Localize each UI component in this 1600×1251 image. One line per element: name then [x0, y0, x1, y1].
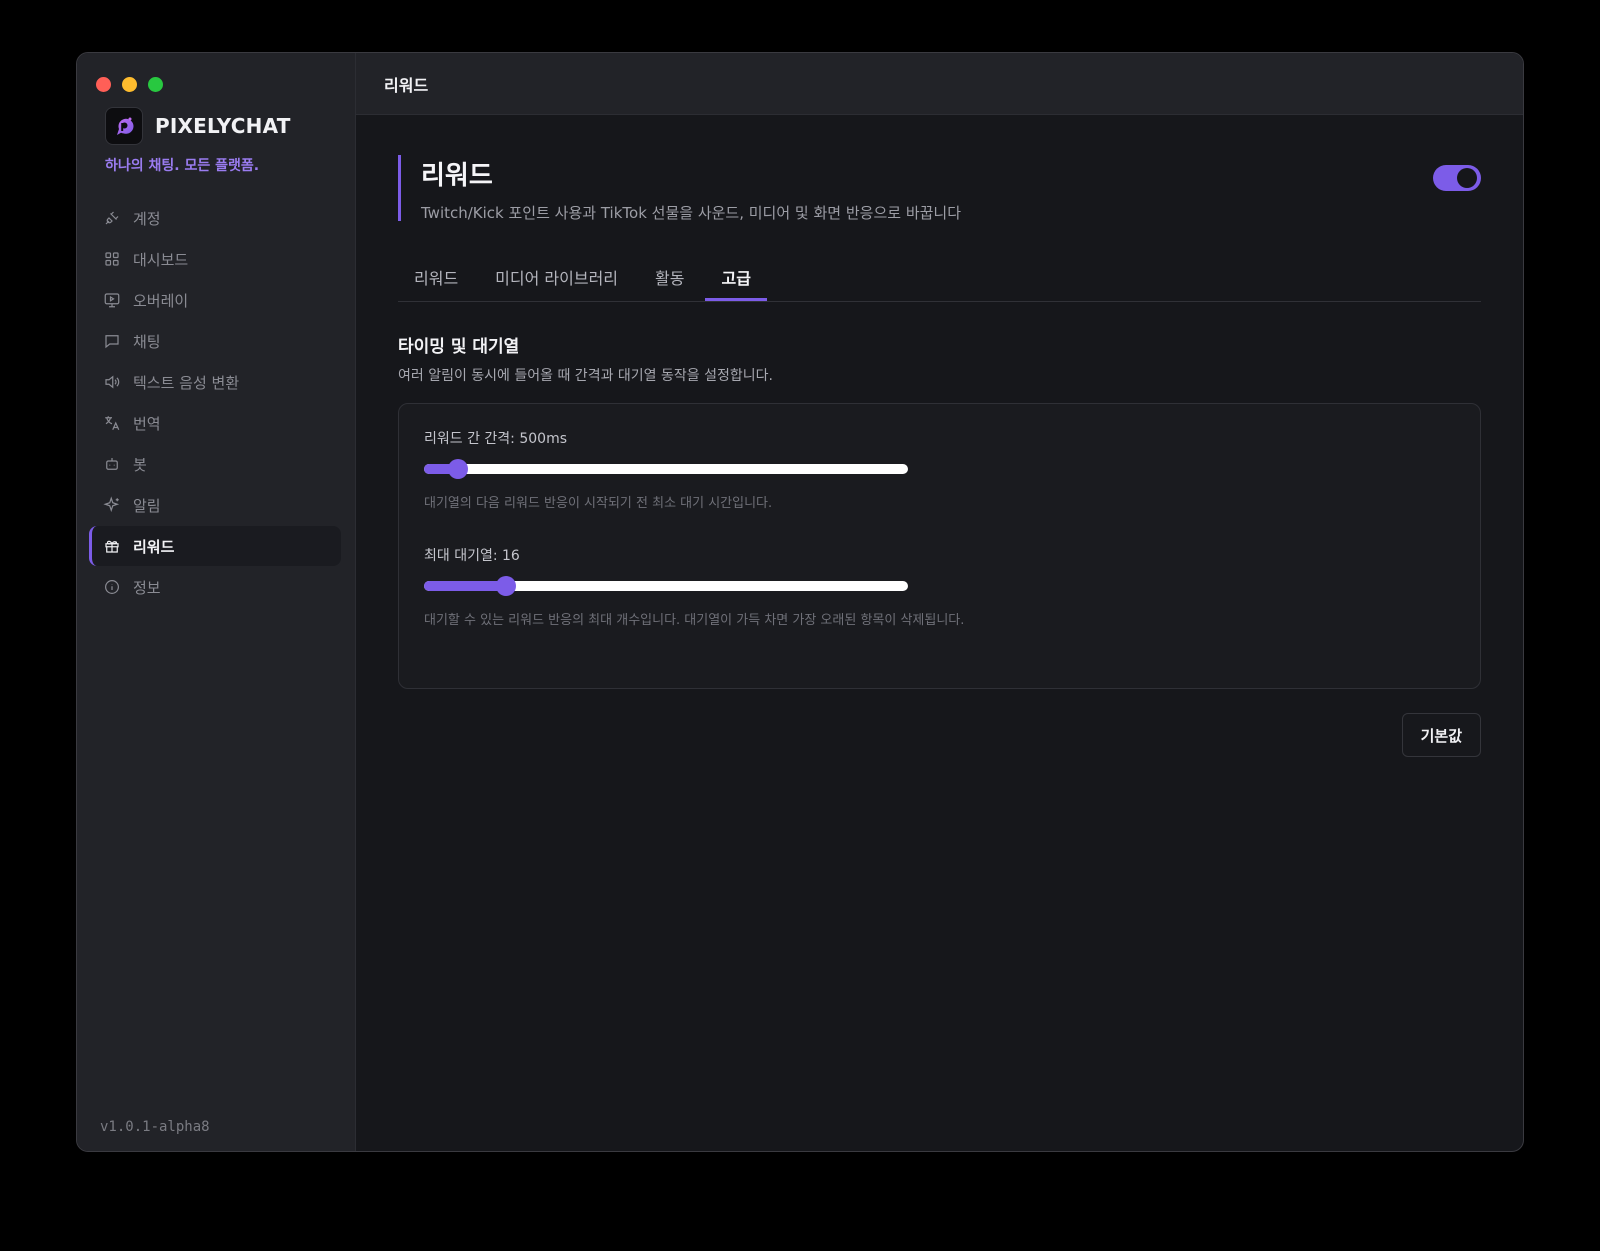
- topbar-title: 리워드: [384, 75, 429, 95]
- reset-defaults-button[interactable]: 기본값: [1401, 713, 1481, 757]
- sidebar: PIXELYCHAT 하나의 채팅. 모든 플랫폼. 계정 대시보드 오버레이 …: [77, 53, 356, 1151]
- page-header: 리워드 Twitch/Kick 포인트 사용과 TikTok 선물을 사운드, …: [398, 155, 1481, 222]
- sidebar-item-label: 알림: [133, 496, 161, 515]
- content: 리워드 Twitch/Kick 포인트 사용과 TikTok 선물을 사운드, …: [398, 115, 1481, 757]
- tab-advanced[interactable]: 고급: [705, 257, 767, 301]
- app-version: v1.0.1-alpha8: [100, 1119, 210, 1135]
- max-queue-label: 최대 대기열: 16: [424, 548, 520, 564]
- reward-interval-field: 리워드 간 간격: 500ms 대기열의 다음 리워드 반응이 시작되기 전 최…: [424, 428, 1455, 511]
- pixelychat-logo-icon: [105, 107, 143, 145]
- chat-bubble-icon: [105, 335, 119, 349]
- sidebar-item-label: 정보: [133, 578, 161, 597]
- tab-rewards[interactable]: 리워드: [398, 257, 474, 301]
- info-icon: [105, 580, 119, 594]
- page-description: Twitch/Kick 포인트 사용과 TikTok 선물을 사운드, 미디어 …: [421, 204, 962, 222]
- max-queue-slider[interactable]: [424, 575, 908, 597]
- sidebar-item-label: 계정: [133, 209, 161, 228]
- dashboard-grid-icon: [105, 252, 119, 266]
- sidebar-item-label: 오버레이: [133, 291, 189, 310]
- sidebar-item-overlay[interactable]: 오버레이: [89, 280, 341, 320]
- sidebar-item-label: 리워드: [133, 537, 175, 556]
- tab-bar: 리워드 미디어 라이브러리 활동 고급: [398, 257, 1481, 302]
- sidebar-item-label: 채팅: [133, 332, 161, 351]
- brand-name: PIXELYCHAT: [155, 114, 291, 138]
- tab-activity[interactable]: 활동: [639, 257, 700, 301]
- topbar: 리워드: [356, 53, 1523, 115]
- sidebar-item-label: 봇: [133, 455, 147, 474]
- actions: 기본값: [398, 713, 1481, 757]
- settings-card: 리워드 간 간격: 500ms 대기열의 다음 리워드 반응이 시작되기 전 최…: [398, 403, 1481, 689]
- reward-interval-slider[interactable]: [424, 458, 908, 480]
- sidebar-item-label: 텍스트 음성 변환: [133, 373, 240, 392]
- slider-thumb[interactable]: [447, 459, 468, 479]
- sidebar-item-info[interactable]: 정보: [89, 567, 341, 607]
- monitor-play-icon: [104, 293, 120, 308]
- max-queue-field: 최대 대기열: 16 대기할 수 있는 리워드 반응의 최대 개수입니다. 대기…: [424, 545, 1455, 628]
- section-description: 여러 알림이 동시에 들어올 때 간격과 대기열 동작을 설정합니다.: [398, 368, 773, 384]
- slider-fill: [424, 581, 507, 591]
- brand: PIXELYCHAT: [105, 107, 291, 145]
- reward-interval-label: 리워드 간 간격: 500ms: [424, 431, 568, 447]
- sidebar-item-translation[interactable]: 번역: [89, 403, 341, 443]
- sparkle-icon: [103, 496, 120, 513]
- sidebar-nav: 계정 대시보드 오버레이 채팅 텍스트 음성 변환 번역 봇 알림 리워드 정보: [89, 198, 341, 608]
- translate-icon: [105, 416, 120, 430]
- bot-icon: [106, 458, 118, 470]
- app-window: PIXELYCHAT 하나의 채팅. 모든 플랫폼. 계정 대시보드 오버레이 …: [76, 52, 1524, 1152]
- toggle-knob: [1457, 168, 1477, 188]
- sidebar-item-label: 번역: [133, 414, 161, 433]
- section-title: 타이밍 및 대기열: [398, 337, 520, 357]
- sidebar-item-chat[interactable]: 채팅: [89, 321, 341, 361]
- sidebar-item-dashboard[interactable]: 대시보드: [89, 239, 341, 279]
- page-title: 리워드: [421, 161, 493, 191]
- sidebar-item-alerts[interactable]: 알림: [89, 485, 341, 525]
- tab-media-library[interactable]: 미디어 라이브러리: [479, 257, 634, 301]
- close-window-button[interactable]: [96, 77, 111, 92]
- slider-thumb[interactable]: [496, 576, 517, 596]
- minimize-window-button[interactable]: [122, 77, 137, 92]
- sidebar-item-rewards[interactable]: 리워드: [89, 526, 341, 566]
- tagline: 하나의 채팅. 모든 플랫폼.: [105, 158, 260, 174]
- sidebar-item-tts[interactable]: 텍스트 음성 변환: [89, 362, 341, 402]
- max-queue-help: 대기할 수 있는 리워드 반응의 최대 개수입니다. 대기열이 가득 차면 가장…: [424, 613, 965, 628]
- speaker-icon: [105, 375, 120, 389]
- reward-interval-help: 대기열의 다음 리워드 반응이 시작되기 전 최소 대기 시간입니다.: [424, 496, 773, 511]
- sidebar-item-account[interactable]: 계정: [89, 198, 341, 238]
- sidebar-item-label: 대시보드: [133, 250, 189, 269]
- window-controls: [96, 77, 163, 92]
- sidebar-item-bot[interactable]: 봇: [89, 444, 341, 484]
- main-area: 리워드 리워드 Twitch/Kick 포인트 사용과 TikTok 선물을 사…: [356, 53, 1523, 1151]
- gift-icon: [105, 540, 119, 553]
- maximize-window-button[interactable]: [148, 77, 163, 92]
- rewards-enabled-toggle[interactable]: [1433, 165, 1481, 191]
- plug-icon: [105, 211, 119, 225]
- slider-track: [424, 464, 908, 474]
